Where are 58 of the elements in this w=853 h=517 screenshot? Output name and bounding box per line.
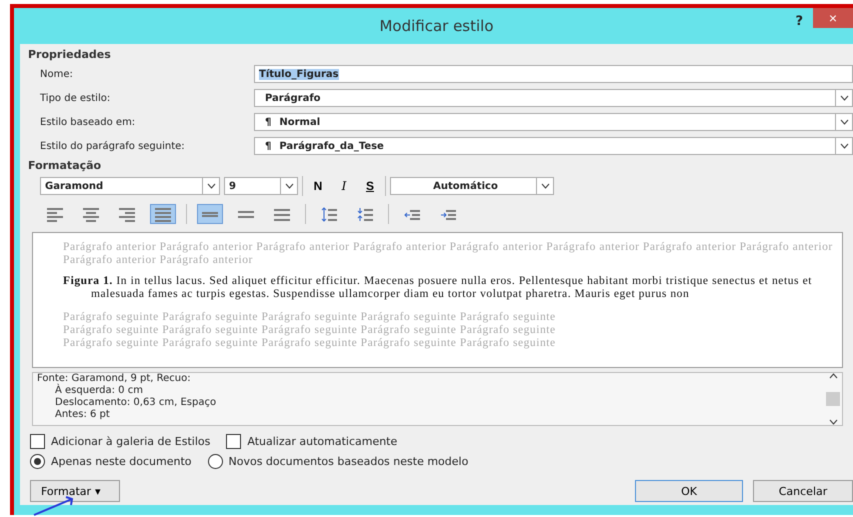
justify-icon <box>155 206 171 222</box>
field-label: Estilo do parágrafo seguinte: <box>40 140 186 152</box>
double-icon <box>274 206 290 222</box>
dropdown-icon <box>284 183 294 189</box>
group-label: Formatação <box>28 159 102 172</box>
checkbox[interactable] <box>30 434 45 448</box>
description-line: Fonte: Garamond, 9 pt, Recuo: <box>37 373 192 384</box>
align-center-icon <box>83 206 99 222</box>
group-label: Propriedades <box>28 48 112 61</box>
bold-button[interactable]: N <box>307 179 329 193</box>
align-right-icon <box>119 206 135 222</box>
scroll-down-icon[interactable] <box>828 419 838 425</box>
scrollbar-thumb[interactable] <box>826 392 840 406</box>
dropdown-icon <box>540 183 550 189</box>
preview-text: Parágrafo seguinte Parágrafo seguinte Parágrafo seguinte Parágrafo seguinte Parágrafo seguinte <box>63 311 557 324</box>
scroll-up-icon[interactable] <box>828 373 838 379</box>
dropdown-icon <box>840 143 848 149</box>
style-dropdown[interactable]: Parágrafo <box>254 89 853 107</box>
style-dropdown[interactable]: ¶ Normal <box>254 113 853 131</box>
radio-button[interactable] <box>30 454 45 468</box>
format-button[interactable]: Formatar ▾ <box>30 480 120 502</box>
size-dropdown[interactable]: 9 <box>224 177 298 195</box>
italic-button[interactable]: I <box>333 179 355 193</box>
space-down-icon <box>357 206 373 222</box>
field-value: Título_Figuras <box>259 68 339 80</box>
preview-text: Parágrafo seguinte Parágrafo seguinte Parágrafo seguinte Parágrafo seguinte Parágrafo seguinte <box>63 337 557 350</box>
dropdown-icon <box>206 183 216 189</box>
underline-button[interactable]: S <box>359 179 381 193</box>
preview-text: Parágrafo anterior Parágrafo anterior Parágrafo anterior Parágrafo anterior Parágrafo anterior Parágrafo anterior Parágrafo anterior Parágrafo anterior Parágrafo anterior Parágrafo anterior <box>63 241 834 267</box>
field-label: Tipo de estilo: <box>40 92 112 104</box>
align-left-icon <box>47 206 63 222</box>
sample-paragraph: Figura 1. In in tellus lacus. Sed aliquet efficitur efficitur. Maecenas posuere nulla eros. Pellentesque habitant morbi tristique senectus et netus et malesuada fames ac turpis egestas. Suspendisse ullamcorper diam eu tortor volutpat pharetra. Mauris eget purus non <box>63 275 812 301</box>
color-dropdown[interactable]: Automático <box>390 177 554 195</box>
description-line: Antes: 6 pt <box>54 409 111 421</box>
radio-label: Apenas neste documento <box>51 454 192 468</box>
checkbox-label: Atualizar automaticamente <box>247 434 398 448</box>
close-button[interactable]: × <box>813 8 853 28</box>
radio-button[interactable] <box>208 454 222 468</box>
window-title: Modificar estilo <box>379 17 494 35</box>
single-button[interactable] <box>197 204 223 224</box>
dropdown-icon <box>840 119 848 125</box>
radio-label: Novos documentos baseados neste modelo <box>228 454 468 468</box>
checkbox[interactable] <box>226 434 242 448</box>
justify-button[interactable] <box>150 204 176 224</box>
cancel-button[interactable]: Cancelar <box>753 480 853 502</box>
field-label: Nome: <box>40 68 74 80</box>
name-field[interactable]: Título_Figuras <box>254 65 853 83</box>
dropdown-icon <box>840 95 848 101</box>
description-line: Deslocamento: 0,63 cm, Espaço <box>54 397 218 409</box>
space-up-icon <box>321 206 337 222</box>
preview-text: Parágrafo seguinte Parágrafo seguinte Parágrafo seguinte Parágrafo seguinte Parágrafo seguinte <box>63 324 557 337</box>
ok-button[interactable]: OK <box>635 480 743 502</box>
font-dropdown[interactable]: Garamond <box>40 177 220 195</box>
help-button[interactable]: ? <box>795 14 803 29</box>
field-label: Estilo baseado em: <box>40 116 136 128</box>
style-dropdown[interactable]: ¶ Parágrafo_da_Tese <box>254 137 853 155</box>
description-line: À esquerda: 0 cm <box>54 385 144 397</box>
checkbox-label: Adicionar à galeria de Estilos <box>51 434 210 448</box>
